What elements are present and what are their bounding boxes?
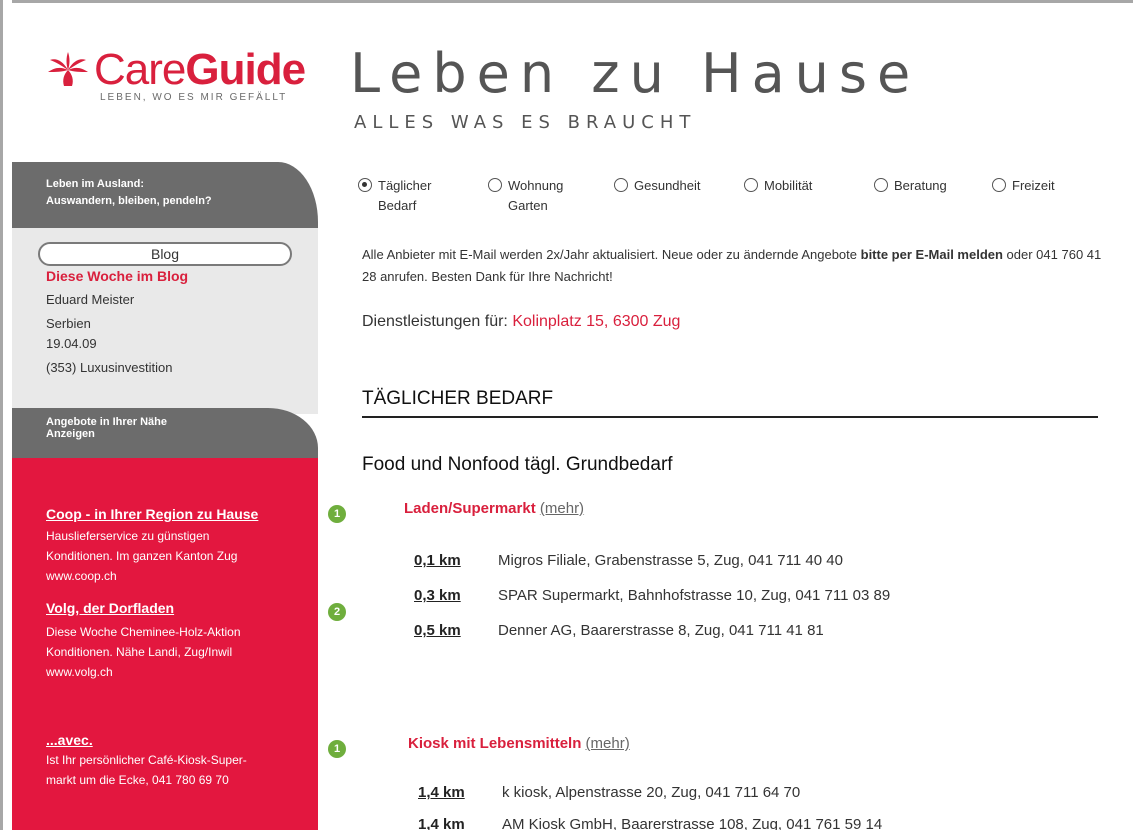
badge-coop: 1 [328,505,346,523]
category-title[interactable]: Laden/Supermarkt [404,500,536,517]
ad-coop-line-2: Konditionen. Im ganzen Kanton Zug [46,549,238,563]
list-item: 1,4 km k kiosk, Alpenstrasse 20, Zug, 04… [418,784,800,801]
offers-header: Angebote in Ihrer Nähe Anzeigen [12,408,318,458]
offers-title: Angebote in Ihrer Nähe [46,416,168,428]
subsection-heading: Food und Nonfood tägl. Grundbedarf [362,454,673,475]
ad-volg-line-1: Diese Woche Cheminee-Holz-Aktion [46,625,241,639]
distance-link[interactable]: 1,4 km [418,816,502,830]
category-title[interactable]: Kiosk mit Lebensmitteln [408,735,581,752]
notice-text-1: Alle Anbieter mit E-Mail werden 2x/Jahr … [362,247,861,262]
category-kiosk: Kiosk mit Lebensmitteln (mehr) [408,735,630,752]
service-address-link[interactable]: Kolinplatz 15, 6300 Zug [512,313,680,330]
ad-coop-text: Hauslieferservice zu günstigen Kondition… [46,526,237,586]
ad-avec-title[interactable]: ...avec. [46,732,93,748]
distance-link[interactable]: 1,4 km [418,784,502,801]
window-top-border [0,0,1133,8]
filter-label: Beratung [894,178,947,193]
blog-author: Eduard Meister [46,292,135,307]
window-left-border [0,0,12,830]
offers-ads-label: Anzeigen [46,428,95,440]
service-location: Dienstleistungen für: Kolinplatz 15, 630… [362,313,680,331]
distance-link[interactable]: 0,3 km [414,587,498,604]
filter-label: Mobilität [764,178,813,193]
list-item: 0,5 km Denner AG, Baarerstrasse 8, Zug, … [414,622,824,639]
entry-text: k kiosk, Alpenstrasse 20, Zug, 041 711 6… [502,784,801,801]
ad-volg-title[interactable]: Volg, der Dorfladen [46,600,174,616]
section-divider [362,416,1098,418]
update-notice: Alle Anbieter mit E-Mail werden 2x/Jahr … [362,244,1102,288]
abroad-banner[interactable]: Leben im Ausland: Auswandern, bleiben, p… [12,162,318,228]
radio-icon[interactable] [744,178,758,192]
sidebar: Leben im Ausland: Auswandern, bleiben, p… [12,162,318,830]
filter-label-line1: Täglicher [378,178,432,193]
badge-avec: 1 [328,740,346,758]
list-item: 0,1 km Migros Filiale, Grabenstrasse 5, … [414,552,843,569]
ad-avec-line-1: Ist Ihr persönlicher Café-Kiosk-Super- [46,753,247,767]
radio-icon[interactable] [614,178,628,192]
notice-email-link[interactable]: bitte per E-Mail melden [861,247,1003,262]
ad-volg-line-2: Konditionen. Nähe Landi, Zug/Inwil [46,645,233,659]
category-filter: Täglicher Bedarf Wohnung Garten Gesundhe… [358,176,1108,222]
page-title: Leben zu Hause [350,42,921,105]
blog-panel: Blog Diese Woche im Blog Eduard Meister … [12,228,318,414]
entry-text: Migros Filiale, Grabenstrasse 5, Zug, 04… [498,552,843,569]
abroad-line-1: Leben im Ausland: [46,178,144,190]
filter-taeglicher-bedarf[interactable]: Täglicher Bedarf [358,176,431,216]
abroad-line-2: Auswandern, bleiben, pendeln? [46,195,212,207]
ad-coop-url[interactable]: www.coop.ch [46,566,237,586]
filter-mobilitaet[interactable]: Mobilität [744,176,812,196]
more-link[interactable]: (mehr) [540,500,584,517]
filter-wohnung-garten[interactable]: Wohnung Garten [488,176,563,216]
ad-avec-text: Ist Ihr persönlicher Café-Kiosk-Super- m… [46,750,247,790]
filter-label-line1: Wohnung [508,178,564,193]
blog-country: Serbien [46,316,91,331]
blog-week-heading[interactable]: Diese Woche im Blog [46,268,188,284]
ad-coop-line-1: Hauslieferservice zu günstigen [46,529,210,543]
ad-volg-url[interactable]: www.volg.ch [46,662,241,682]
ad-volg-text: Diese Woche Cheminee-Holz-Aktion Konditi… [46,622,241,682]
list-item: 1,4 km AM Kiosk GmbH, Baarerstrasse 108,… [418,816,882,830]
filter-label-line2: Garten [508,198,548,213]
distance-link[interactable]: 0,5 km [414,622,498,639]
logo-care-text: Care [94,45,186,94]
ad-avec-line-2: markt um die Ecke, 041 780 69 70 [46,773,229,787]
filter-label: Freizeit [1012,178,1055,193]
entry-text: Denner AG, Baarerstrasse 8, Zug, 041 711… [498,622,824,639]
category-laden-supermarkt: Laden/Supermarkt (mehr) [404,500,584,517]
filter-label-line2: Bedarf [378,198,417,213]
badge-volg: 2 [328,603,346,621]
blog-date: 19.04.09 [46,336,97,351]
entry-text: SPAR Supermarkt, Bahnhofstrasse 10, Zug,… [498,587,891,604]
more-link[interactable]: (mehr) [586,735,630,752]
distance-link[interactable]: 0,1 km [414,552,498,569]
section-heading: TÄGLICHER BEDARF [362,388,554,409]
filter-beratung[interactable]: Beratung [874,176,947,196]
filter-label: Gesundheit [634,178,701,193]
list-item: 0,3 km SPAR Supermarkt, Bahnhofstrasse 1… [414,587,890,604]
blog-button[interactable]: Blog [38,242,292,266]
radio-icon[interactable] [992,178,1006,192]
careguide-logo[interactable]: Care Guide LEBEN, WO ES MIR GEFÄLLT [46,46,326,136]
ads-panel: Coop - in Ihrer Region zu Hause Hauslief… [12,458,318,830]
filter-gesundheit[interactable]: Gesundheit [614,176,701,196]
entry-text: AM Kiosk GmbH, Baarerstrasse 108, Zug, 0… [502,816,883,830]
logo-guide-text: Guide [185,45,306,94]
careguide-flame-icon [48,52,88,86]
service-label: Dienstleistungen für: [362,313,513,330]
filter-freizeit[interactable]: Freizeit [992,176,1055,196]
ad-coop-title[interactable]: Coop - in Ihrer Region zu Hause [46,506,258,522]
blog-post-link[interactable]: (353) Luxusinvestition [46,360,172,375]
radio-icon[interactable] [874,178,888,192]
radio-checked-icon[interactable] [358,178,372,192]
radio-icon[interactable] [488,178,502,192]
page-subtitle: ALLES WAS ES BRAUCHT [354,112,697,133]
